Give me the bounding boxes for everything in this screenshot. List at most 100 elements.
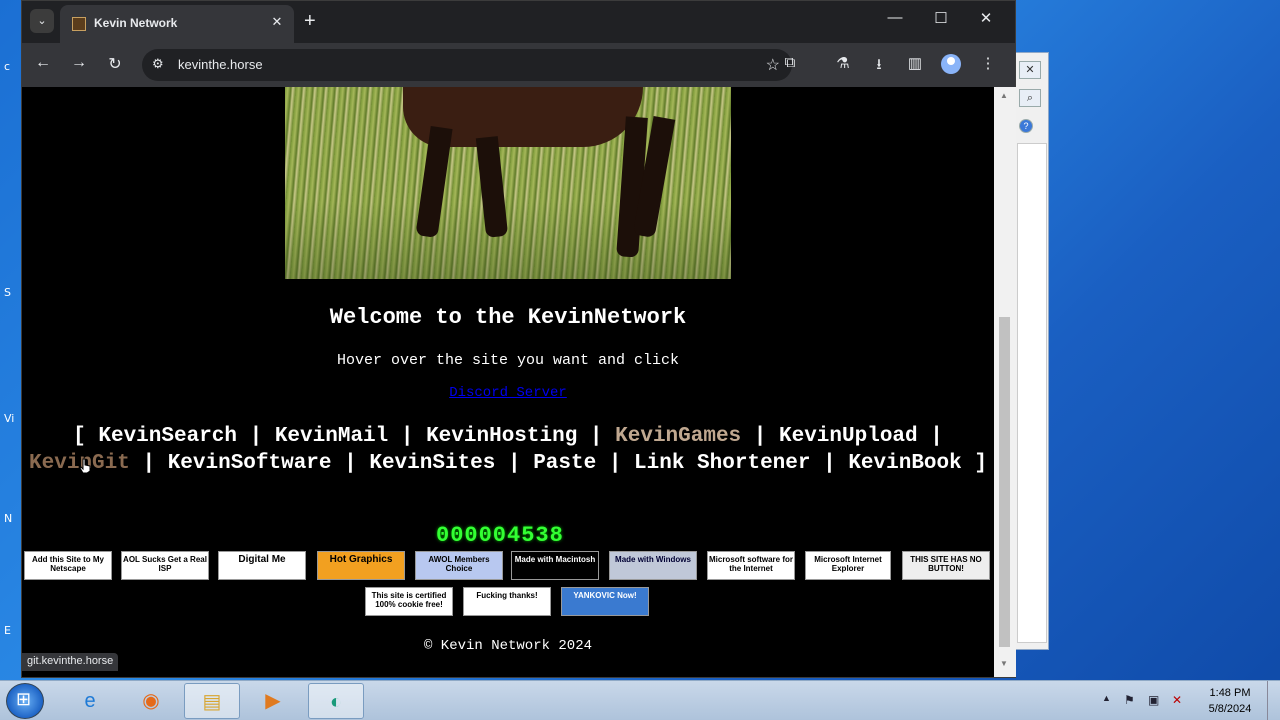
welcome-heading: Welcome to the KevinNetwork [329, 305, 687, 330]
nav-bracket: ] [974, 452, 987, 475]
nav-link-paste[interactable]: Paste [533, 452, 596, 475]
clock-date: 5/8/2024 [1208, 703, 1252, 715]
horse-image [285, 87, 731, 279]
tray-expand-icon[interactable]: ▲ [1102, 693, 1111, 703]
reload-icon[interactable]: ↻ [104, 54, 126, 74]
background-window[interactable]: ✕ ⌕ ? [1012, 52, 1049, 650]
taskbar: e ◉ ▤ ▶ ◐ ▲ ⚑ ▣ ✕ 1:48 PM 5/8/2024 [0, 680, 1280, 720]
tab-search-icon[interactable]: ⌄ [30, 9, 54, 33]
background-window-pane [1017, 143, 1047, 643]
desktop-label-fragment: S [4, 286, 11, 299]
toolbar: ← → ↻ ⚙ kevinthe.horse ☆ ⧉ ⚗ ⭳ ▥ ⋮ [22, 43, 1015, 87]
download-icon[interactable]: ⭳ [868, 54, 890, 79]
plus-icon[interactable]: + [304, 10, 316, 32]
nav-separator: | [344, 452, 357, 475]
scroll-down-icon[interactable]: ▼ [1000, 659, 1008, 668]
help-icon[interactable]: ? [1019, 119, 1033, 133]
close-icon[interactable]: ✕ [268, 14, 286, 30]
desktop-label-fragment: E [4, 624, 11, 637]
favicon-icon [72, 17, 86, 31]
forward-icon[interactable]: → [68, 54, 90, 72]
browser-window: ⌄ Kevin Network ✕ + — ☐ ✕ ← → ↻ ⚙ kevint… [21, 0, 1016, 678]
labs-icon[interactable]: ⚗ [832, 54, 854, 72]
scrollbar[interactable]: ▲ ▼ [994, 87, 1016, 677]
clock-time: 1:48 PM [1209, 687, 1251, 699]
badge-no-button[interactable]: THIS SITE HAS NO BUTTON! [902, 551, 990, 580]
badge-cookie-free[interactable]: This site is certified 100% cookie free! [365, 587, 453, 616]
desktop-label-fragment: Vi [4, 412, 15, 425]
discord-link[interactable]: Discord Server [22, 385, 994, 401]
minimize-icon[interactable]: — [881, 9, 909, 26]
badge-digital-me[interactable]: Digital Me [218, 551, 306, 580]
network-icon[interactable]: ▣ [1148, 693, 1159, 707]
nav-separator: | [249, 425, 263, 448]
nav-link-link-shortener[interactable]: Link Shortener [634, 452, 810, 475]
close-icon[interactable]: ✕ [1019, 61, 1041, 79]
nav-link-kevinbook[interactable]: KevinBook [848, 452, 961, 475]
badge-aol-sucks[interactable]: AOL Sucks Get a Real ISP [121, 551, 209, 580]
hand-cursor-icon [79, 458, 91, 474]
firefox-icon[interactable]: ◉ [123, 683, 179, 719]
badge-thanks[interactable]: Fucking thanks! [463, 587, 551, 616]
nav-separator: | [400, 425, 414, 448]
nav-separator: | [608, 452, 622, 475]
scroll-up-icon[interactable]: ▲ [1000, 91, 1008, 100]
desktop-label-fragment: N [4, 512, 13, 525]
status-url: git.kevinthe.horse [22, 653, 119, 671]
start-button[interactable] [6, 683, 44, 719]
badge-yankovic[interactable]: YANKOVIC Now! [561, 587, 649, 616]
menu-icon[interactable]: ⋮ [977, 54, 999, 72]
tab-title: Kevin Network [94, 16, 178, 30]
site-info-icon[interactable]: ⚙ [152, 56, 164, 72]
nav-separator: | [930, 425, 943, 448]
nav-separator: | [142, 452, 156, 475]
nav-link-kevinupload[interactable]: KevinUpload [779, 425, 918, 448]
desktop-label-fragment: c [4, 60, 11, 73]
nav-link-kevinsoftware[interactable]: KevinSoftware [168, 452, 332, 475]
nav-link-kevinhosting[interactable]: KevinHosting [426, 425, 577, 448]
hit-counter: 000004538 [436, 523, 564, 548]
copyright-text: © Kevin Network 2024 [423, 638, 593, 654]
chrome-icon[interactable]: ◐ [308, 683, 364, 719]
tab-kevin-network[interactable]: Kevin Network ✕ [60, 5, 294, 43]
volume-muted-icon[interactable]: ✕ [1172, 693, 1182, 707]
page-viewport: Welcome to the KevinNetwork Hover over t… [22, 87, 994, 677]
badge-microsoft-software[interactable]: Microsoft software for the Internet [707, 551, 795, 580]
clock[interactable]: 1:48 PM 5/8/2024 [1200, 685, 1260, 717]
action-center-icon[interactable]: ⚑ [1124, 693, 1135, 707]
nav-separator: | [753, 425, 767, 448]
badge-netscape[interactable]: Add this Site to My Netscape [24, 551, 112, 580]
profile-icon[interactable] [941, 54, 961, 74]
nav-bracket: [ [73, 425, 86, 448]
badge-awol[interactable]: AWOL Members Choice [415, 551, 503, 580]
tab-strip: ⌄ Kevin Network ✕ + — ☐ ✕ [22, 1, 1015, 43]
badge-macintosh[interactable]: Made with Macintosh [511, 551, 599, 580]
nav-separator: | [589, 425, 603, 448]
badge-internet-explorer[interactable]: Microsoft Internet Explorer [805, 551, 891, 580]
star-icon[interactable]: ☆ [766, 55, 780, 75]
scroll-thumb[interactable] [999, 317, 1010, 647]
show-desktop-button[interactable] [1267, 681, 1280, 720]
maximize-icon[interactable]: ☐ [927, 9, 955, 27]
horse-leg [475, 136, 509, 238]
file-explorer-icon[interactable]: ▤ [184, 683, 240, 719]
nav-link-kevingames[interactable]: KevinGames [615, 425, 741, 448]
site-nav: [ KevinSearch | KevinMail | KevinHosting… [22, 423, 994, 477]
back-icon[interactable]: ← [32, 54, 54, 72]
address-bar[interactable]: ⚙ kevinthe.horse ☆ [142, 49, 792, 81]
close-window-icon[interactable]: ✕ [972, 9, 1000, 27]
nav-link-kevinmail[interactable]: KevinMail [275, 425, 388, 448]
extensions-icon[interactable]: ⧉ [779, 54, 801, 71]
search-icon[interactable]: ⌕ [1019, 89, 1041, 107]
side-panel-icon[interactable]: ▥ [904, 54, 926, 72]
nav-link-kevinsites[interactable]: KevinSites [369, 452, 495, 475]
media-player-icon[interactable]: ▶ [245, 683, 301, 719]
internet-explorer-icon[interactable]: e [62, 683, 118, 719]
url-text[interactable]: kevinthe.horse [178, 57, 263, 72]
badge-windows[interactable]: Made with Windows [609, 551, 697, 580]
horse-leg [415, 126, 453, 238]
instructions-text: Hover over the site you want and click [336, 352, 680, 369]
badge-hot-graphics[interactable]: Hot Graphics [317, 551, 405, 580]
nav-link-kevinsearch[interactable]: KevinSearch [98, 425, 237, 448]
nav-separator: | [507, 452, 521, 475]
